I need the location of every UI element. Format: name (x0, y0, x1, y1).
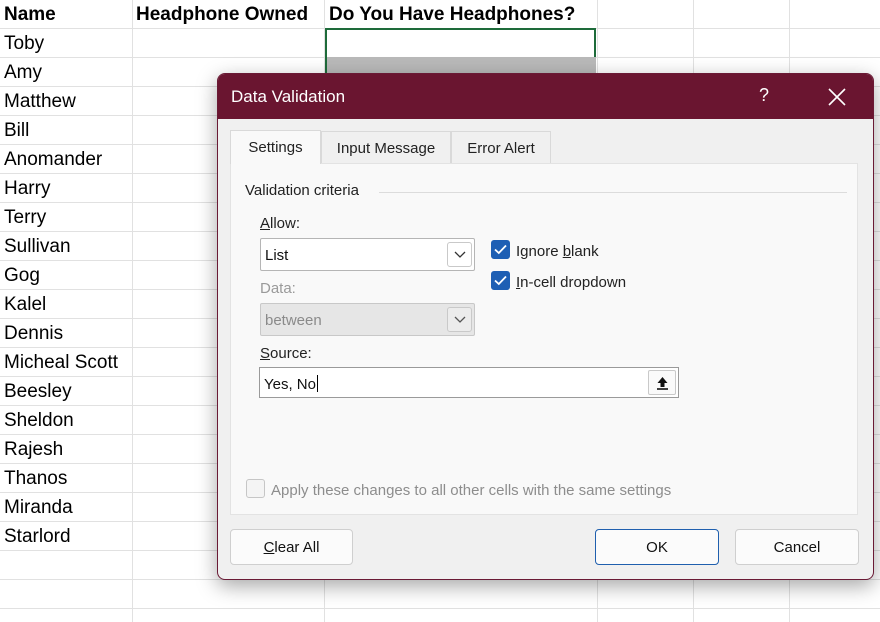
dialog-title: Data Validation (231, 87, 346, 106)
source-value: Yes, No (264, 376, 316, 393)
name-cell[interactable]: Terry (4, 207, 46, 229)
ok-button[interactable]: OK (595, 529, 719, 565)
source-label-text: ource: (270, 345, 312, 362)
cancel-button[interactable]: Cancel (735, 529, 859, 565)
name-cell[interactable]: Matthew (4, 91, 76, 113)
name-cell[interactable]: Kalel (4, 294, 46, 316)
ignore-blank-accelerator: b (562, 243, 572, 260)
ignore-blank-text-end: lank (571, 243, 599, 260)
name-cell[interactable]: Anomander (4, 149, 102, 171)
header-do-you-have-headphones[interactable]: Do You Have Headphones? (329, 4, 575, 26)
name-cell[interactable]: Toby (4, 33, 44, 55)
allow-dropdown-button[interactable] (447, 242, 472, 267)
in-cell-text: n-cell dropdown (520, 274, 627, 291)
name-cell[interactable]: Beesley (4, 381, 72, 403)
column-divider (132, 0, 133, 622)
name-cell[interactable]: Amy (4, 62, 42, 84)
ignore-blank-label[interactable]: Ignore blank (516, 243, 599, 260)
collapse-dialog-button[interactable] (648, 370, 676, 395)
checkmark-icon (494, 244, 507, 255)
in-cell-dropdown-checkbox[interactable] (491, 271, 510, 290)
name-cell[interactable]: Sullivan (4, 236, 71, 258)
validation-criteria-label: Validation criteria (245, 182, 359, 199)
allow-value: List (265, 247, 289, 264)
clear-all-accelerator: C (263, 539, 275, 556)
chevron-down-icon (454, 316, 466, 323)
close-icon (828, 88, 846, 106)
name-cell[interactable]: Bill (4, 120, 29, 142)
dialog-titlebar[interactable]: Data Validation ? (218, 74, 873, 119)
clear-all-text: lear All (274, 539, 320, 556)
tab-error-alert[interactable]: Error Alert (451, 131, 551, 163)
in-cell-dropdown-label[interactable]: In-cell dropdown (516, 274, 626, 291)
ignore-blank-text: Ignore (516, 243, 563, 260)
name-cell[interactable]: Dennis (4, 323, 63, 345)
name-cell[interactable]: Harry (4, 178, 50, 200)
data-validation-dialog: Data Validation ? Settings Input Message… (217, 73, 874, 580)
data-label: Data: (260, 280, 296, 297)
allow-label-accelerator: A (260, 215, 271, 232)
row-divider (0, 608, 880, 609)
header-name[interactable]: Name (4, 4, 56, 26)
close-button[interactable] (826, 84, 848, 108)
name-cell[interactable]: Rajesh (4, 439, 63, 461)
name-cell[interactable]: Sheldon (4, 410, 74, 432)
source-input[interactable]: Yes, No (259, 367, 679, 398)
name-cell[interactable]: Miranda (4, 497, 73, 519)
name-cell[interactable]: Starlord (4, 526, 71, 548)
help-button[interactable]: ? (759, 85, 773, 106)
source-label: Source: (260, 345, 312, 362)
header-headphone-owned[interactable]: Headphone Owned (136, 4, 308, 26)
allow-label: Allow: (260, 215, 300, 232)
settings-panel: Validation criteria Allow: List Data: be… (230, 163, 858, 515)
source-label-accelerator: S (260, 345, 271, 362)
name-cell[interactable]: Micheal Scott (4, 352, 118, 374)
collapse-dialog-icon (657, 377, 668, 390)
name-cell[interactable]: Thanos (4, 468, 67, 490)
group-divider (379, 192, 847, 193)
apply-all-checkbox[interactable] (246, 479, 265, 498)
text-caret (316, 375, 318, 392)
allow-dropdown[interactable]: List (260, 238, 475, 271)
tab-input-message[interactable]: Input Message (321, 131, 451, 163)
name-cell[interactable]: Gog (4, 265, 40, 287)
apply-all-label[interactable]: Apply these changes to all other cells w… (271, 482, 671, 499)
data-dropdown[interactable]: between (260, 303, 475, 336)
tab-settings[interactable]: Settings (230, 130, 321, 164)
source-input-text: Yes, No (264, 375, 318, 393)
ignore-blank-checkbox[interactable] (491, 240, 510, 259)
data-value: between (265, 312, 322, 329)
chevron-down-icon (454, 251, 466, 258)
data-dropdown-button[interactable] (447, 307, 472, 332)
allow-label-text: llow: (270, 215, 301, 232)
checkmark-icon (494, 275, 507, 286)
clear-all-button[interactable]: Clear All (230, 529, 353, 565)
selection-highlight (327, 57, 596, 73)
